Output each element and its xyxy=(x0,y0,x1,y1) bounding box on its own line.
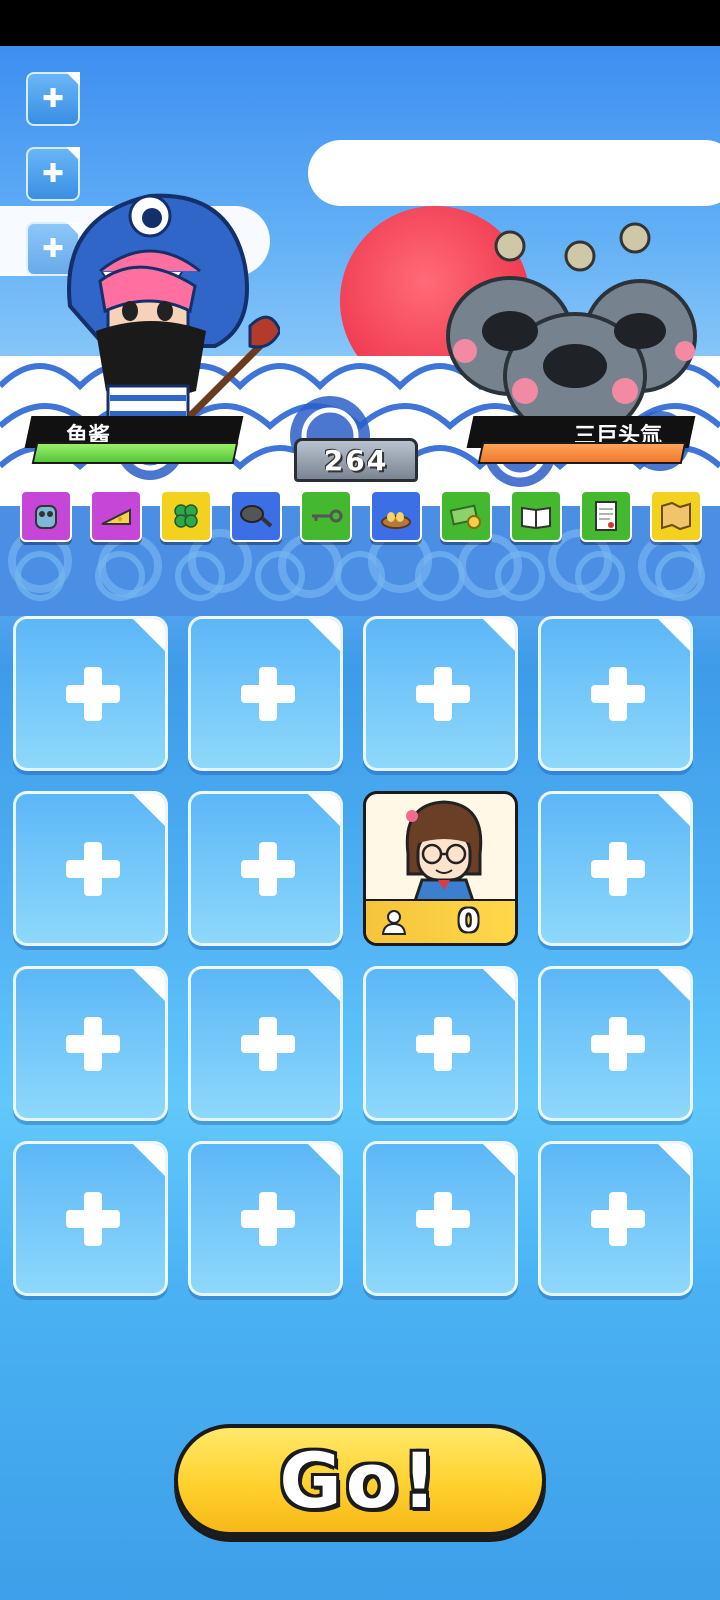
score-value: 264 xyxy=(323,443,389,477)
card-footer: 0 xyxy=(366,899,515,943)
item-robot[interactable] xyxy=(20,490,72,542)
character-card[interactable]: 0 xyxy=(363,791,518,946)
enemy-name-bar: 三巨头氚 xyxy=(466,416,696,464)
cloud-decoration xyxy=(308,140,720,206)
robot-icon xyxy=(35,505,57,529)
game-screen: ✚ ✚ ✚ 鱼酱 三巨头氚 264 0 Go! xyxy=(0,46,720,1600)
person-icon xyxy=(381,910,407,935)
item-key[interactable] xyxy=(300,490,352,542)
cheese-icon xyxy=(101,508,131,525)
go-button-label: Go! xyxy=(279,1435,441,1525)
status-bar xyxy=(0,0,720,46)
side-add-button-1[interactable]: ✚ xyxy=(26,72,80,126)
empty-slot[interactable] xyxy=(13,966,168,1121)
empty-slot[interactable] xyxy=(363,966,518,1121)
hero-hp-bar xyxy=(31,442,239,464)
empty-slot[interactable] xyxy=(188,616,343,771)
empty-slot[interactable] xyxy=(538,791,693,946)
hero-name-bar: 鱼酱 xyxy=(24,416,244,464)
item-frying-pan[interactable] xyxy=(230,490,282,542)
card-count: 0 xyxy=(458,904,479,939)
item-cheese[interactable] xyxy=(90,490,142,542)
item-cash[interactable] xyxy=(440,490,492,542)
clover-icon xyxy=(174,504,198,528)
item-clover[interactable] xyxy=(160,490,212,542)
empty-slot[interactable] xyxy=(188,966,343,1121)
empty-slot[interactable] xyxy=(188,1141,343,1296)
empty-slot[interactable] xyxy=(13,1141,168,1296)
empty-slot[interactable] xyxy=(538,966,693,1121)
item-document[interactable] xyxy=(580,490,632,542)
item-map[interactable] xyxy=(650,490,702,542)
empty-slot[interactable] xyxy=(13,616,168,771)
nest-eggs-icon xyxy=(381,512,411,529)
item-bar xyxy=(20,490,720,546)
empty-slot[interactable] xyxy=(13,791,168,946)
empty-slot[interactable] xyxy=(538,1141,693,1296)
frying-pan-icon xyxy=(240,505,273,528)
empty-slot[interactable] xyxy=(188,791,343,946)
go-button[interactable]: Go! xyxy=(174,1424,546,1536)
score-counter: 264 xyxy=(294,438,418,482)
plus-icon: ✚ xyxy=(42,84,64,114)
book-icon xyxy=(521,506,551,530)
enemy-hp-bar xyxy=(477,442,687,464)
girl-avatar-icon xyxy=(405,800,483,906)
cash-icon xyxy=(449,504,481,529)
key-icon xyxy=(312,509,343,523)
item-book[interactable] xyxy=(510,490,562,542)
document-icon xyxy=(595,501,617,531)
item-nest[interactable] xyxy=(370,490,422,542)
character-slot-grid: 0 xyxy=(13,616,709,1306)
empty-slot[interactable] xyxy=(538,616,693,771)
empty-slot[interactable] xyxy=(363,1141,518,1296)
empty-slot[interactable] xyxy=(363,616,518,771)
map-icon xyxy=(661,501,691,531)
